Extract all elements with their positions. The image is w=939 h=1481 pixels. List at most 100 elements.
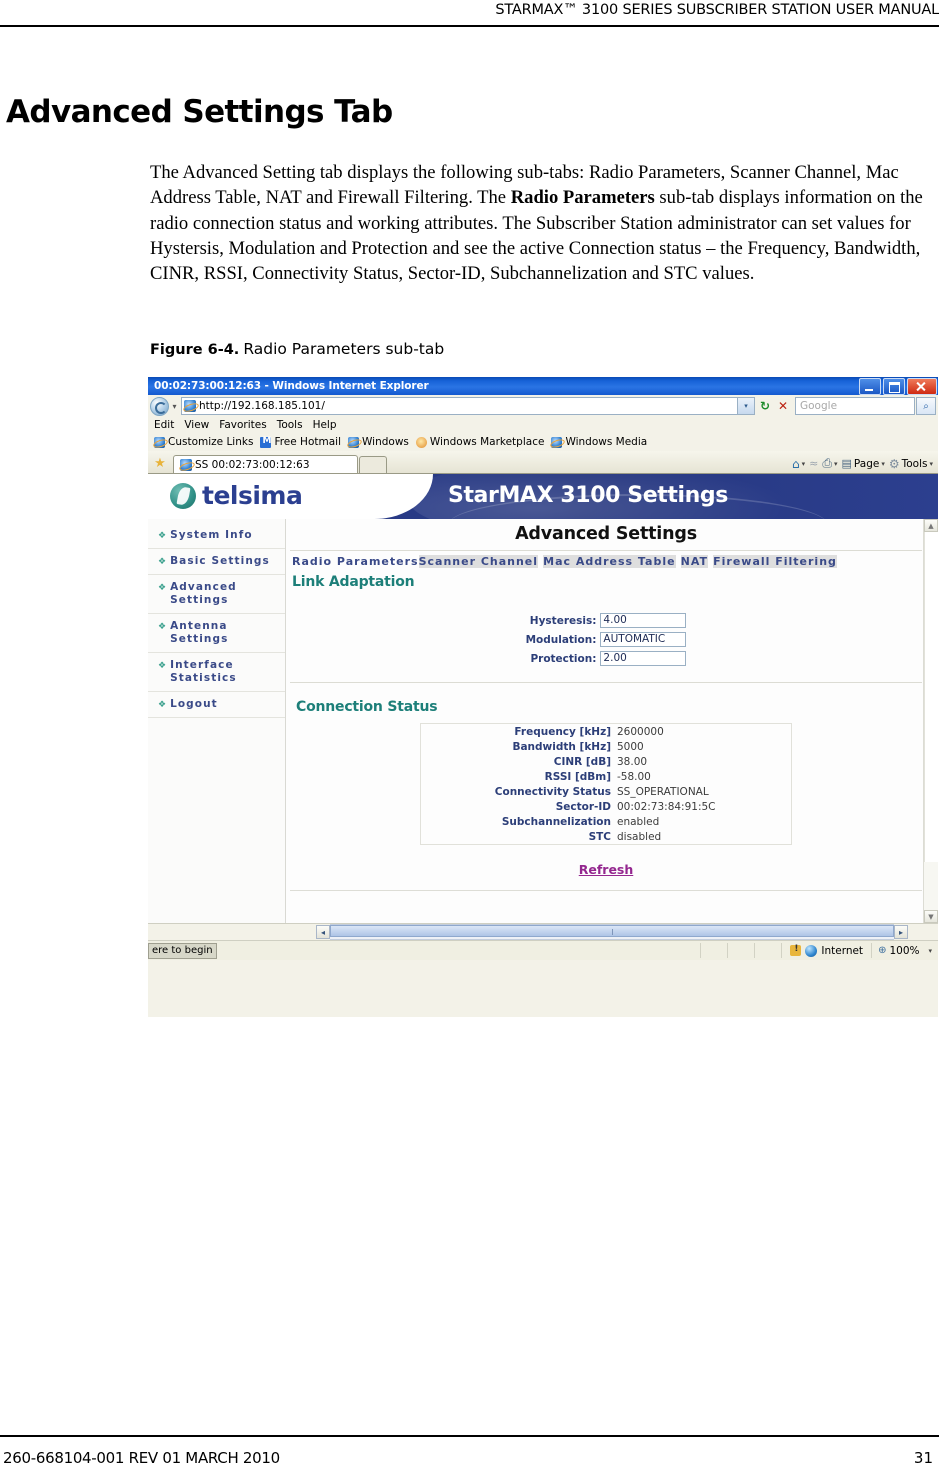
brand-logo[interactable]: telsima xyxy=(170,481,303,510)
globe-icon xyxy=(805,944,818,957)
scroll-right-button[interactable]: ▸ xyxy=(894,925,908,939)
url-input[interactable]: http://192.168.185.101/ ▾ xyxy=(181,397,755,415)
bullet-icon: ❖ xyxy=(158,583,167,593)
print-button[interactable]: ⎙ ▾ xyxy=(822,456,837,471)
printer-icon: ⎙ xyxy=(822,456,832,470)
status-value: 2600000 xyxy=(617,725,664,738)
sidebar-item-logout[interactable]: ❖ Logout xyxy=(148,692,285,718)
url-dropdown-icon[interactable]: ▾ xyxy=(737,398,754,414)
status-value: 38.00 xyxy=(617,755,648,768)
sidebar-item-label: Advanced Settings xyxy=(170,581,237,606)
section-divider xyxy=(290,682,922,683)
status-key: Bandwidth [kHz] xyxy=(512,740,611,753)
maximize-restore-button[interactable] xyxy=(883,378,905,395)
sidebar-item-antenna-settings[interactable]: ❖ Antenna Settings xyxy=(148,614,285,653)
page-menu-button[interactable]: ▤ Page ▾ xyxy=(842,457,885,470)
horizontal-scroll-track[interactable] xyxy=(330,924,894,940)
refresh-icon[interactable]: ↻ xyxy=(756,397,774,415)
add-favorites-icon[interactable]: ★ xyxy=(151,453,169,473)
sidebar-item-basic-settings[interactable]: ❖ Basic Settings xyxy=(148,549,285,575)
chevron-down-icon: ▾ xyxy=(801,459,806,468)
subtab-radio-parameters[interactable]: Radio Parameters xyxy=(292,555,419,568)
links-bar: Customize Links Free Hotmail Windows Win… xyxy=(148,433,938,451)
browser-titlebar: 00:02:73:00:12:63 - Windows Internet Exp… xyxy=(148,377,938,395)
form-row: Hysteresis: 4.00 xyxy=(526,611,687,630)
menu-item-view[interactable]: View xyxy=(184,419,209,431)
refresh-link[interactable]: Refresh xyxy=(579,862,634,877)
chevron-down-icon: ▾ xyxy=(928,946,932,955)
scroll-left-button[interactable]: ◂ xyxy=(316,925,330,939)
link-windows-media[interactable]: Windows Media xyxy=(551,436,647,448)
menu-item-edit[interactable]: Edit xyxy=(154,419,174,431)
sidebar-nav: ❖ System Info ❖ Basic Settings ❖ Advance… xyxy=(148,519,286,923)
status-key: Subchannelization xyxy=(501,815,611,828)
status-key: Connectivity Status xyxy=(494,785,611,798)
subtab-firewall-filtering[interactable]: Firewall Filtering xyxy=(713,555,837,568)
tools-menu-button[interactable]: ⚙ Tools ▾ xyxy=(889,457,933,471)
chevron-down-icon: ▾ xyxy=(833,459,838,468)
home-button[interactable]: ⌂ ▾ xyxy=(792,457,805,471)
link-windows-marketplace[interactable]: Windows Marketplace xyxy=(415,436,544,448)
figure-caption-text: Radio Parameters sub-tab xyxy=(243,340,445,358)
sidebar-item-label: Antenna Settings xyxy=(170,620,229,645)
address-bar: ▾ http://192.168.185.101/ ▾ ↻ ✕ Google ⌕ xyxy=(148,395,938,417)
figure-number: Figure 6-4. xyxy=(150,342,240,358)
feeds-button[interactable]: ≈ xyxy=(809,457,818,470)
subtab-nat[interactable]: NAT xyxy=(680,555,709,568)
status-key: Sector-ID xyxy=(555,800,611,813)
hysteresis-input[interactable]: 4.00 xyxy=(600,613,687,628)
tab-bar: ★ SS 00:02:73:00:12:63 ⌂ ▾ ≈ ⎙ ▾ ▤ Page … xyxy=(148,451,938,474)
page-horizontal-scrollbar[interactable]: ◂ ▸ xyxy=(148,923,938,940)
subtab-scanner-channel[interactable]: Scanner Channel xyxy=(418,555,539,568)
stop-icon[interactable]: ✕ xyxy=(774,397,792,415)
form-row: Modulation: AUTOMATIC xyxy=(526,630,687,649)
modulation-input[interactable]: AUTOMATIC xyxy=(600,632,687,647)
security-zone-indicator[interactable]: Internet xyxy=(781,943,871,958)
bullet-icon: ❖ xyxy=(158,531,167,541)
statusbar-cell xyxy=(727,943,754,958)
vertical-scroll-thumb[interactable] xyxy=(924,532,938,862)
back-button-icon[interactable] xyxy=(150,396,169,416)
zone-label: Internet xyxy=(821,944,864,957)
content-inner: Advanced Settings Radio ParametersScanne… xyxy=(286,524,938,891)
menu-item-tools[interactable]: Tools xyxy=(277,419,303,431)
tab-ss-settings[interactable]: SS 00:02:73:00:12:63 xyxy=(173,455,358,473)
menu-bar: Edit View Favorites Tools Help xyxy=(148,417,938,433)
brand-name: telsima xyxy=(202,481,303,510)
sidebar-item-system-info[interactable]: ❖ System Info xyxy=(148,523,285,549)
link-adaptation-form: Hysteresis: 4.00 Modulation: AUTOMATIC P… xyxy=(526,611,687,668)
horizontal-scroll-thumb[interactable] xyxy=(330,925,894,937)
subtab-mac-address-table[interactable]: Mac Address Table xyxy=(543,555,676,568)
search-input[interactable]: Google xyxy=(795,397,915,415)
table-row: Bandwidth [kHz] 5000 xyxy=(421,739,792,754)
new-tab-button[interactable] xyxy=(359,456,387,473)
search-placeholder: Google xyxy=(800,400,838,412)
scroll-up-button[interactable]: ▲ xyxy=(924,519,938,532)
page-vertical-scrollbar[interactable]: ▲ ▼ xyxy=(923,519,938,923)
minimize-button[interactable] xyxy=(859,378,881,395)
close-button[interactable] xyxy=(907,378,937,395)
link-windows[interactable]: Windows xyxy=(348,436,409,448)
start-button[interactable]: ere to begin xyxy=(148,942,217,959)
search-icon[interactable]: ⌕ xyxy=(916,397,936,415)
body-paragraph: The Advanced Setting tab displays the fo… xyxy=(150,162,923,285)
scroll-down-button[interactable]: ▼ xyxy=(924,910,938,923)
menu-item-favorites[interactable]: Favorites xyxy=(219,419,266,431)
hotmail-icon xyxy=(260,436,272,448)
link-customize-links[interactable]: Customize Links xyxy=(154,436,253,448)
modulation-field-cell: AUTOMATIC xyxy=(600,630,687,649)
window-controls xyxy=(859,378,937,395)
sidebar-item-advanced-settings[interactable]: ❖ Advanced Settings xyxy=(148,575,285,614)
menu-item-help[interactable]: Help xyxy=(313,419,337,431)
zoom-control[interactable]: ⊕ 100% ▾ xyxy=(871,943,938,958)
ie-icon xyxy=(154,436,165,448)
history-dropdown-icon[interactable]: ▾ xyxy=(169,402,180,411)
footer-rule xyxy=(0,1435,939,1437)
hysteresis-field-cell: 4.00 xyxy=(600,611,687,630)
link-free-hotmail[interactable]: Free Hotmail xyxy=(260,436,341,448)
page-favicon-icon xyxy=(184,400,196,412)
ie-icon xyxy=(348,436,359,448)
status-value: SS_OPERATIONAL xyxy=(617,785,709,798)
sidebar-item-interface-statistics[interactable]: ❖ Interface Statistics xyxy=(148,653,285,692)
protection-input[interactable]: 2.00 xyxy=(600,651,687,666)
